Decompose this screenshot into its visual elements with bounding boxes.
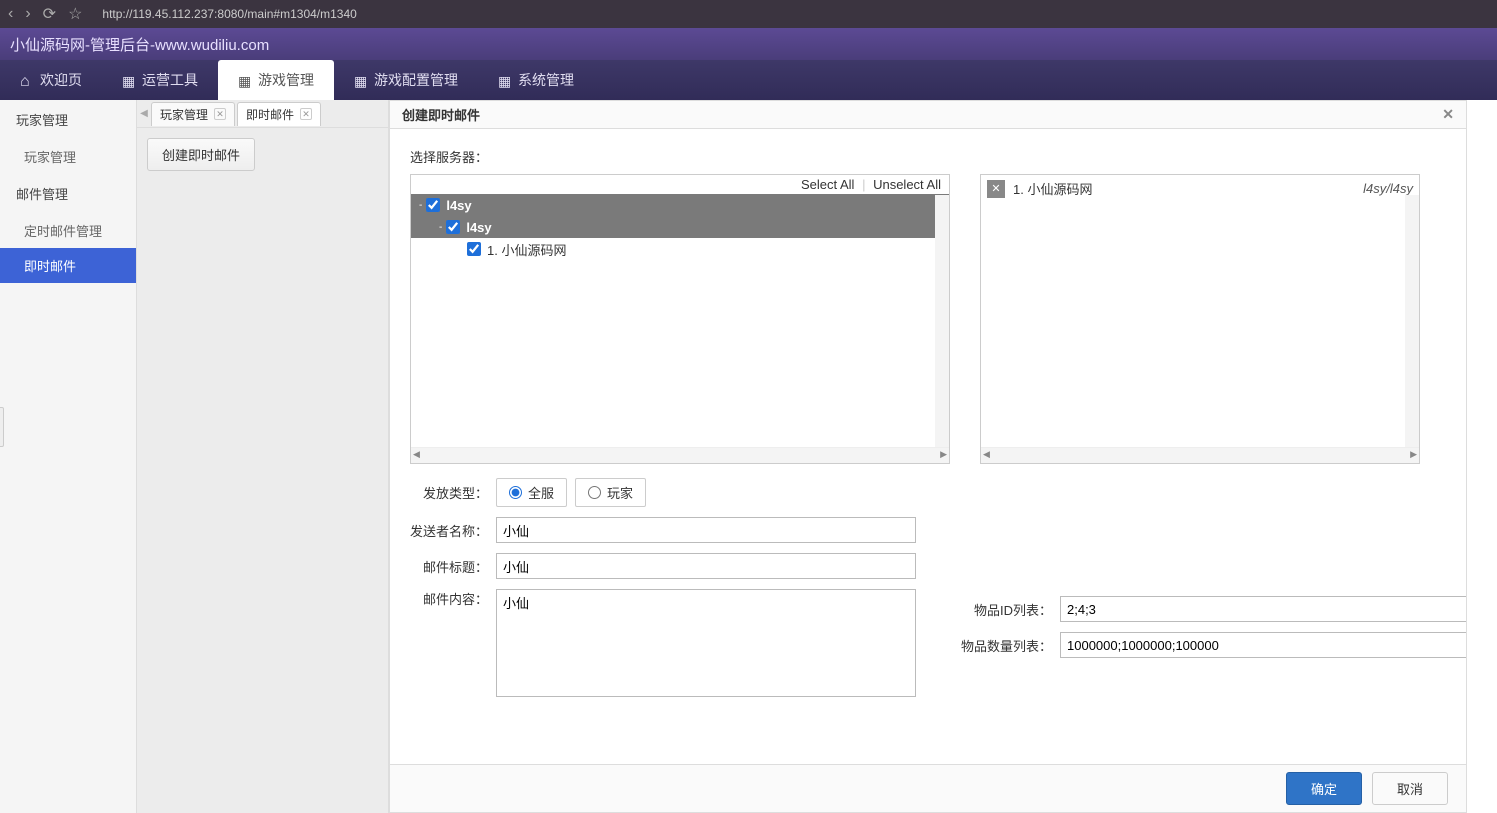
grid-icon bbox=[498, 73, 512, 87]
collapse-icon[interactable]: - bbox=[419, 200, 422, 211]
tab-player-manage[interactable]: 玩家管理 ✕ bbox=[151, 102, 235, 126]
nav-label: 游戏配置管理 bbox=[374, 70, 458, 90]
tab-strip: ◀ 玩家管理 ✕ 即时邮件 ✕ bbox=[137, 100, 388, 128]
selected-path: l4sy/l4sy bbox=[1363, 181, 1413, 196]
sidebar-item-player-manage[interactable]: 玩家管理 bbox=[0, 139, 136, 174]
refresh-icon[interactable]: ⟳ bbox=[43, 4, 56, 24]
collapse-icon[interactable]: - bbox=[439, 222, 442, 233]
dispatch-type-label: 发放类型： bbox=[410, 483, 488, 502]
radio-input[interactable] bbox=[509, 486, 522, 499]
panel-header: 创建即时邮件 ✕ bbox=[390, 101, 1466, 129]
tab-instant-mail[interactable]: 即时邮件 ✕ bbox=[237, 102, 321, 126]
create-mail-panel: 创建即时邮件 ✕ 选择服务器： Select All | Unselect Al… bbox=[389, 100, 1467, 813]
tab-scroll-left[interactable]: ◀ bbox=[137, 102, 151, 126]
radio-player[interactable]: 玩家 bbox=[575, 478, 646, 507]
tab-label: 玩家管理 bbox=[160, 106, 208, 123]
sidebar: 玩家管理 玩家管理 邮件管理 定时邮件管理 即时邮件 bbox=[0, 100, 137, 813]
ok-button[interactable]: 确定 bbox=[1286, 772, 1362, 805]
panel-footer: 确定 取消 bbox=[390, 764, 1466, 812]
item-id-input[interactable] bbox=[1060, 596, 1466, 622]
nav-system[interactable]: 系统管理 bbox=[478, 60, 594, 100]
nav-operations[interactable]: 运营工具 bbox=[102, 60, 218, 100]
subject-input[interactable] bbox=[496, 553, 916, 579]
sidebar-item-scheduled-mail[interactable]: 定时邮件管理 bbox=[0, 213, 136, 248]
panel-title: 创建即时邮件 bbox=[402, 105, 480, 124]
mid-column: ◀ 玩家管理 ✕ 即时邮件 ✕ 创建即时邮件 bbox=[137, 100, 389, 813]
url-bar[interactable]: http://119.45.112.237:8080/main#m1304/m1… bbox=[102, 7, 356, 21]
scrollbar[interactable] bbox=[981, 447, 1419, 463]
content-label: 邮件内容： bbox=[410, 589, 488, 608]
nav-game-config[interactable]: 游戏配置管理 bbox=[334, 60, 478, 100]
tree-label: l4sy bbox=[466, 220, 491, 235]
sidebar-item-instant-mail[interactable]: 即时邮件 bbox=[0, 248, 136, 283]
grid-icon bbox=[238, 73, 252, 87]
nav-game-manage[interactable]: 游戏管理 bbox=[218, 60, 334, 100]
tree-label: l4sy bbox=[446, 198, 471, 213]
unselect-all-link[interactable]: Unselect All bbox=[873, 177, 941, 192]
select-all-link[interactable]: Select All bbox=[801, 177, 854, 192]
forward-icon[interactable]: › bbox=[25, 5, 30, 23]
nav-welcome[interactable]: 欢迎页 bbox=[0, 60, 102, 100]
cancel-button[interactable]: 取消 bbox=[1372, 772, 1448, 805]
main-area: 创建即时邮件 ✕ 选择服务器： Select All | Unselect Al… bbox=[389, 100, 1497, 813]
item-qty-input[interactable] bbox=[1060, 632, 1466, 658]
back-icon[interactable]: ‹ bbox=[8, 5, 13, 23]
sender-input[interactable] bbox=[496, 517, 916, 543]
selected-servers-panel: ✕ 1. 小仙源码网 l4sy/l4sy bbox=[980, 174, 1420, 464]
selected-server-row: ✕ 1. 小仙源码网 l4sy/l4sy bbox=[981, 175, 1419, 202]
tree-checkbox[interactable] bbox=[446, 220, 460, 234]
sidebar-expand-handle[interactable] bbox=[0, 407, 4, 447]
remove-icon[interactable]: ✕ bbox=[987, 180, 1005, 198]
scrollbar[interactable] bbox=[1405, 195, 1419, 447]
close-icon[interactable]: ✕ bbox=[214, 108, 226, 120]
tree-node-leaf[interactable]: 1. 小仙源码网 bbox=[411, 238, 949, 260]
tree-checkbox[interactable] bbox=[426, 198, 440, 212]
sidebar-group-player[interactable]: 玩家管理 bbox=[0, 100, 136, 139]
radio-label: 玩家 bbox=[607, 483, 633, 502]
home-icon bbox=[20, 73, 34, 87]
subject-label: 邮件标题： bbox=[410, 557, 488, 576]
grid-icon bbox=[354, 73, 368, 87]
close-icon[interactable]: ✕ bbox=[1442, 106, 1454, 123]
create-instant-mail-button[interactable]: 创建即时邮件 bbox=[147, 138, 255, 171]
radio-input[interactable] bbox=[588, 486, 601, 499]
scrollbar[interactable] bbox=[935, 195, 949, 447]
server-select-label: 选择服务器： bbox=[410, 147, 1446, 166]
content-textarea[interactable] bbox=[496, 589, 916, 697]
select-controls: Select All | Unselect All bbox=[411, 175, 949, 194]
nav-label: 运营工具 bbox=[142, 70, 198, 90]
star-icon[interactable]: ☆ bbox=[68, 4, 82, 24]
nav-label: 游戏管理 bbox=[258, 70, 314, 90]
radio-label: 全服 bbox=[528, 483, 554, 502]
nav-label: 系统管理 bbox=[518, 70, 574, 90]
browser-chrome: ‹ › ⟳ ☆ http://119.45.112.237:8080/main#… bbox=[0, 0, 1497, 28]
tree-label: 1. 小仙源码网 bbox=[487, 240, 566, 259]
tree-checkbox[interactable] bbox=[467, 242, 481, 256]
main-nav: 欢迎页 运营工具 游戏管理 游戏配置管理 系统管理 bbox=[0, 60, 1497, 100]
tab-label: 即时邮件 bbox=[246, 106, 294, 123]
sender-label: 发送者名称： bbox=[410, 521, 488, 540]
item-id-label: 物品ID列表： bbox=[956, 600, 1052, 619]
selected-label: 1. 小仙源码网 bbox=[1013, 179, 1092, 198]
tree-node-child[interactable]: - l4sy bbox=[411, 216, 949, 238]
item-qty-label: 物品数量列表： bbox=[956, 636, 1052, 655]
nav-label: 欢迎页 bbox=[40, 70, 82, 90]
radio-all-servers[interactable]: 全服 bbox=[496, 478, 567, 507]
grid-icon bbox=[122, 73, 136, 87]
sidebar-group-mail[interactable]: 邮件管理 bbox=[0, 174, 136, 213]
app-title: 小仙源码网-管理后台-www.wudiliu.com bbox=[0, 28, 1497, 60]
server-tree-panel: Select All | Unselect All - l4sy - bbox=[410, 174, 950, 464]
close-icon[interactable]: ✕ bbox=[300, 108, 312, 120]
server-tree[interactable]: - l4sy - l4sy 1. 小仙源码网 bbox=[411, 194, 949, 447]
tree-node-root[interactable]: - l4sy bbox=[411, 194, 949, 216]
scrollbar[interactable] bbox=[411, 447, 949, 463]
